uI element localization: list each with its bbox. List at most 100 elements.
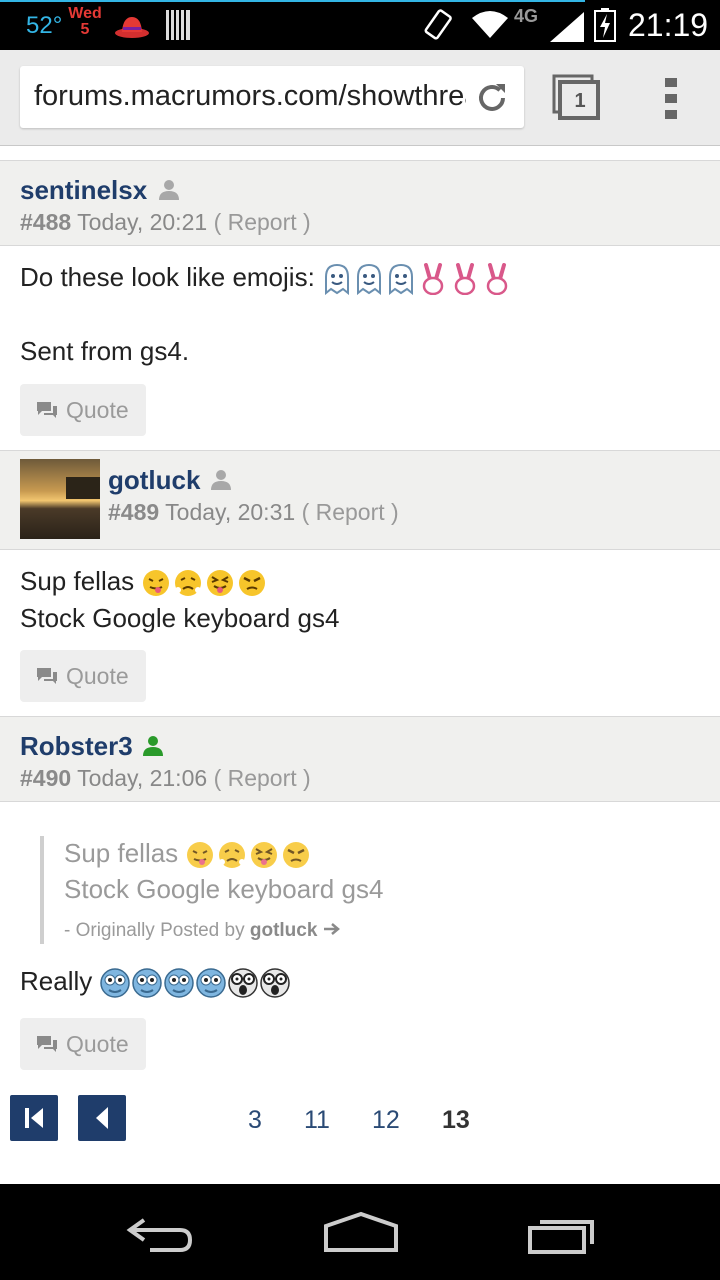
post-text: Really xyxy=(20,966,93,996)
squint-tongue-face-emoji-icon xyxy=(207,570,234,597)
blockquote: Sup fellas Stock Google keyboard gs4 - O… xyxy=(40,836,640,944)
quote-button[interactable]: Quote xyxy=(20,384,146,436)
url-bar[interactable]: forums.macrumors.com/showthread.php xyxy=(20,66,524,128)
angry-face-emoji-icon xyxy=(239,570,266,597)
ghost-emoji-icon xyxy=(325,264,350,296)
post-body-line: Do these look like emojis: xyxy=(20,262,512,296)
emoji-row xyxy=(141,568,267,598)
blue-face-emoji-icon xyxy=(100,968,131,998)
avatar[interactable] xyxy=(20,459,100,539)
clock: 21:19 xyxy=(628,7,709,43)
quote-text-line: Sup fellas xyxy=(64,838,311,870)
post-meta: #488 Today, 20:21 ( Report ) xyxy=(20,209,311,236)
peace-hand-emoji-icon xyxy=(422,263,444,296)
speech-bubble-icon xyxy=(37,1036,57,1052)
wifi-icon xyxy=(472,11,508,38)
post-number[interactable]: #490 xyxy=(20,765,71,791)
quote-attribution: - Originally Posted by gotluck xyxy=(64,920,341,942)
calendar-icon: Wed 5 xyxy=(68,6,102,38)
quote-label: Quote xyxy=(66,1031,129,1057)
peace-hand-emoji-icon xyxy=(486,263,508,296)
post-username[interactable]: gotluck xyxy=(108,465,200,496)
previous-page-icon xyxy=(96,1107,108,1129)
quote-text: Sup fellas xyxy=(64,838,179,868)
user-online-icon xyxy=(143,736,163,756)
status-accent-line xyxy=(0,0,585,2)
post-username[interactable]: sentinelsx xyxy=(20,175,147,206)
post-body-line: Really xyxy=(20,966,291,999)
quote-text-line: Stock Google keyboard gs4 xyxy=(64,874,384,904)
user-status-icon xyxy=(159,180,179,200)
post-text: Sup fellas xyxy=(20,566,135,596)
report-link[interactable]: ( Report ) xyxy=(214,209,311,235)
blue-face-emoji-icon xyxy=(196,968,227,998)
browser-toolbar: forums.macrumors.com/showthread.php 1 xyxy=(0,50,720,146)
tongue-face-emoji-icon xyxy=(143,570,170,597)
post-header: Robster3 #490 Today, 21:06 ( Report ) xyxy=(0,716,720,802)
tab-count: 1 xyxy=(574,90,586,112)
speech-bubble-icon xyxy=(37,402,57,418)
arrow-right-icon[interactable] xyxy=(323,922,341,936)
url-text[interactable]: forums.macrumors.com/showthread.php xyxy=(34,80,466,113)
user-status-icon xyxy=(211,470,231,490)
signal-icon xyxy=(550,12,584,42)
navigation-bar xyxy=(0,1184,720,1280)
reload-icon[interactable] xyxy=(474,80,510,116)
page-link[interactable]: 3 xyxy=(248,1106,262,1135)
quote-attr-user[interactable]: gotluck xyxy=(250,920,318,941)
post-time: Today, 20:21 xyxy=(77,209,208,235)
first-page-icon xyxy=(25,1108,43,1128)
post-meta: #489 Today, 20:31 ( Report ) xyxy=(108,499,399,526)
quote-button[interactable]: Quote xyxy=(20,1018,146,1070)
ghost-emoji-icon xyxy=(357,264,382,296)
screen-rotate-icon xyxy=(424,9,452,40)
post-body-line: Sup fellas xyxy=(20,566,267,598)
angry-face-emoji-icon xyxy=(283,842,310,869)
blue-face-emoji-icon xyxy=(164,968,195,998)
recent-apps-icon[interactable] xyxy=(526,1214,598,1254)
quote-label: Quote xyxy=(66,397,129,423)
shocked-face-emoji-icon xyxy=(260,968,291,998)
barcode-icon xyxy=(166,10,190,40)
home-icon[interactable] xyxy=(322,1210,400,1254)
post-text: Do these look like emojis: xyxy=(20,262,315,292)
previous-page-button[interactable] xyxy=(78,1095,126,1141)
hat-icon xyxy=(115,17,149,38)
calendar-day-number: 5 xyxy=(80,21,90,38)
squint-tongue-face-emoji-icon xyxy=(251,842,278,869)
post-time: Today, 21:06 xyxy=(77,765,208,791)
post-text-line: Stock Google keyboard gs4 xyxy=(20,603,340,633)
post-time: Today, 20:31 xyxy=(165,499,296,525)
peace-hand-emoji-icon xyxy=(454,263,476,296)
post-signature: Sent from gs4. xyxy=(20,336,190,366)
status-bar: 52° Wed 5 4G 21:19 xyxy=(0,0,720,50)
quote-button[interactable]: Quote xyxy=(20,650,146,702)
post-header: gotluck #489 Today, 20:31 ( Report ) xyxy=(0,450,720,550)
report-link[interactable]: ( Report ) xyxy=(214,765,311,791)
page-link[interactable]: 12 xyxy=(372,1106,400,1135)
back-icon[interactable] xyxy=(124,1214,196,1254)
blue-face-emoji-icon xyxy=(132,968,163,998)
emoji-row xyxy=(185,840,311,870)
post-header: sentinelsx #488 Today, 20:21 ( Report ) xyxy=(0,160,720,246)
emoji-row xyxy=(322,263,512,296)
current-page: 13 xyxy=(442,1106,470,1134)
menu-icon[interactable] xyxy=(664,76,678,120)
speech-bubble-icon xyxy=(37,668,57,684)
report-link[interactable]: ( Report ) xyxy=(302,499,399,525)
calendar-day-name: Wed xyxy=(68,5,102,22)
post-number[interactable]: #489 xyxy=(108,499,159,525)
steam-face-emoji-icon xyxy=(175,570,202,597)
shocked-face-emoji-icon xyxy=(228,968,259,998)
page-link[interactable]: 11 xyxy=(304,1106,330,1135)
post-username[interactable]: Robster3 xyxy=(20,731,133,762)
quote-attr-prefix: - Originally Posted by xyxy=(64,920,245,941)
steam-face-emoji-icon xyxy=(219,842,246,869)
battery-charging-icon xyxy=(594,8,616,42)
post-meta: #490 Today, 21:06 ( Report ) xyxy=(20,765,311,792)
post-number[interactable]: #488 xyxy=(20,209,71,235)
ghost-emoji-icon xyxy=(389,264,414,296)
first-page-button[interactable] xyxy=(10,1095,58,1141)
temperature-indicator: 52° xyxy=(26,12,63,39)
tongue-face-emoji-icon xyxy=(187,842,214,869)
